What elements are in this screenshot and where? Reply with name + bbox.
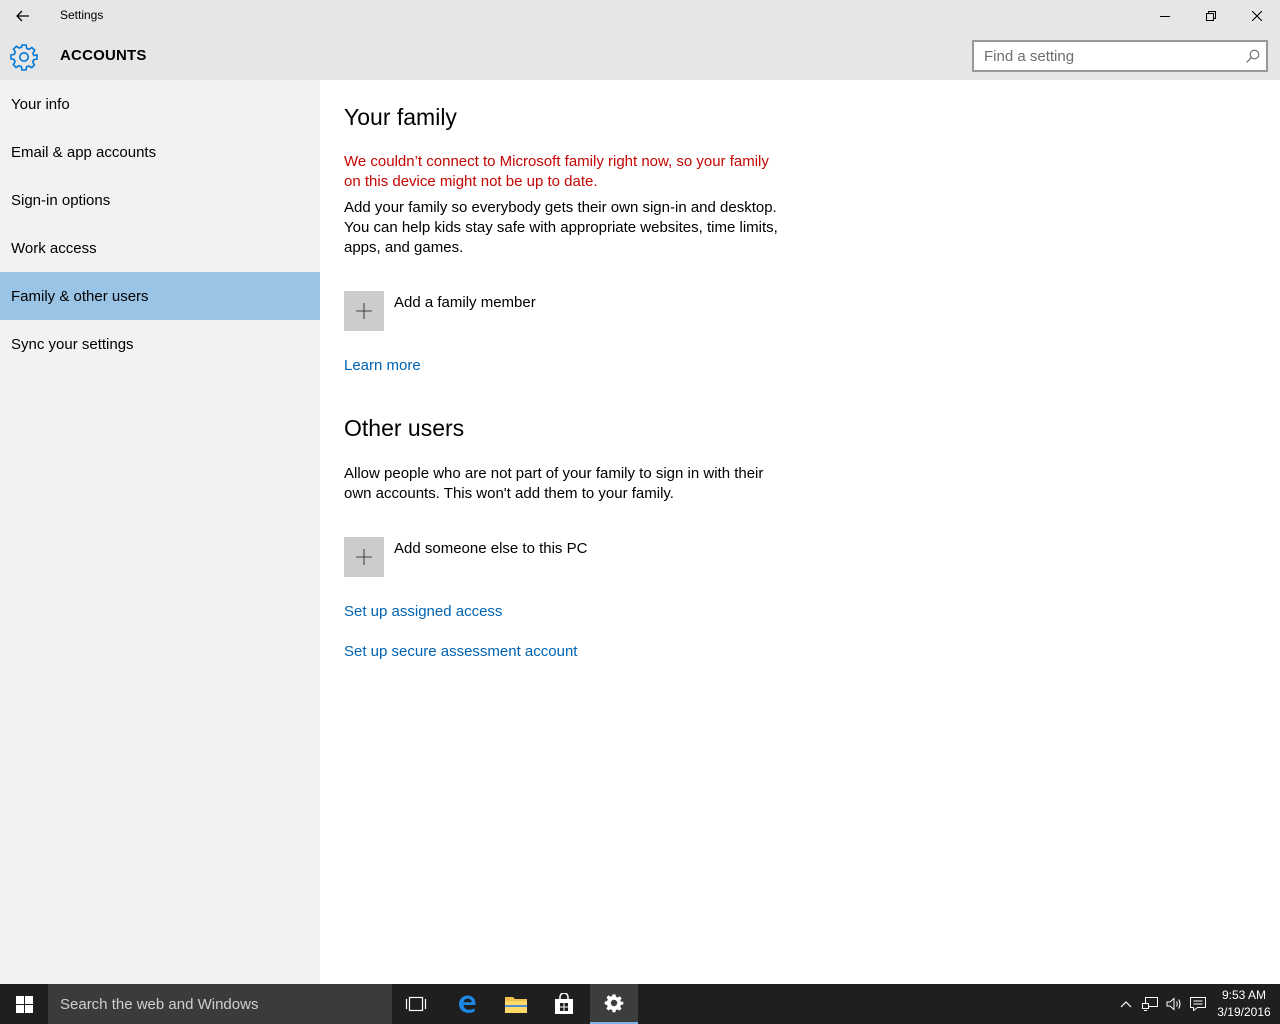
settings-app-button[interactable] (590, 984, 638, 1024)
search-input[interactable] (974, 42, 1234, 70)
plus-tile (344, 537, 384, 577)
sidebar-item-label: Family & other users (11, 287, 149, 305)
taskbar: 9:53 AM 3/19/2016 (0, 984, 1280, 1024)
add-someone-else-button[interactable]: Add someone else to this PC (344, 537, 764, 577)
back-button[interactable] (0, 0, 46, 32)
file-explorer-button[interactable] (492, 984, 540, 1024)
clock-date: 3/19/2016 (1217, 1005, 1271, 1019)
sidebar-item-label: Sign-in options (11, 191, 111, 209)
sidebar-item-sync-settings[interactable]: Sync your settings (0, 320, 320, 368)
sidebar-item-your-info[interactable]: Your info (0, 80, 320, 128)
taskbar-search[interactable] (48, 984, 392, 1024)
other-users-heading: Other users (344, 415, 465, 441)
section-title: ACCOUNTS (60, 47, 147, 64)
sidebar-item-label: Email & app accounts (11, 143, 157, 161)
gear-icon (604, 994, 624, 1013)
other-users-description: Allow people who are not part of your fa… (344, 465, 764, 502)
sidebar-item-email-app-accounts[interactable]: Email & app accounts (0, 128, 320, 176)
gear-icon (10, 44, 38, 71)
close-button[interactable] (1234, 0, 1280, 32)
notifications-icon (1190, 997, 1206, 1011)
title-bar: Settings (0, 0, 1280, 32)
plus-icon (356, 549, 372, 565)
family-error-message: We couldn’t connect to Microsoft family … (344, 153, 769, 190)
store-app-button[interactable] (540, 984, 588, 1024)
your-family-heading: Your family (344, 104, 457, 130)
edge-app-button[interactable] (443, 984, 491, 1024)
secure-assessment-link[interactable]: Set up secure assessment account (344, 643, 577, 660)
close-icon (1252, 11, 1262, 21)
add-family-member-label: Add a family member (394, 294, 536, 311)
back-arrow-icon (16, 10, 29, 22)
sidebar-item-work-access[interactable]: Work access (0, 224, 320, 272)
taskbar-clock[interactable]: 9:53 AM 3/19/2016 (1212, 987, 1276, 1021)
network-icon (1142, 997, 1158, 1011)
windows-logo-icon (15, 995, 33, 1013)
taskbar-search-input[interactable] (48, 984, 368, 1024)
speaker-icon (1166, 997, 1181, 1011)
show-hidden-icons-button[interactable] (1114, 984, 1138, 1024)
assigned-access-link[interactable]: Set up assigned access (344, 603, 502, 620)
store-bag-icon (555, 993, 573, 1014)
clock-time: 9:53 AM (1221, 988, 1267, 1002)
add-someone-else-label: Add someone else to this PC (394, 540, 588, 557)
restore-button[interactable] (1188, 0, 1234, 32)
learn-more-link[interactable]: Learn more (344, 357, 421, 374)
settings-header: ACCOUNTS (0, 32, 1280, 80)
volume-tray-button[interactable] (1162, 984, 1186, 1024)
sidebar-item-label: Your info (11, 95, 70, 113)
search-icon[interactable] (1246, 49, 1260, 63)
edge-icon (459, 995, 476, 1013)
sidebar-item-label: Work access (11, 239, 97, 257)
network-tray-button[interactable] (1138, 984, 1162, 1024)
chevron-up-icon (1120, 1001, 1132, 1008)
plus-tile (344, 291, 384, 331)
minimize-button[interactable] (1142, 0, 1188, 32)
plus-icon (356, 303, 372, 319)
minimize-icon (1160, 16, 1170, 17)
action-center-button[interactable] (1186, 984, 1210, 1024)
folder-icon (505, 997, 527, 1013)
restore-icon (1206, 11, 1216, 21)
start-button[interactable] (0, 984, 48, 1024)
sidebar: Your info Email & app accounts Sign-in o… (0, 80, 320, 984)
sidebar-item-family-other-users[interactable]: Family & other users (0, 272, 320, 320)
sidebar-item-label: Sync your settings (11, 335, 134, 353)
task-view-button[interactable] (392, 984, 440, 1024)
task-view-icon (405, 996, 427, 1012)
settings-search[interactable] (972, 40, 1268, 72)
sidebar-item-sign-in-options[interactable]: Sign-in options (0, 176, 320, 224)
add-family-member-button[interactable]: Add a family member (344, 291, 764, 331)
family-description: Add your family so everybody gets their … (344, 199, 778, 256)
window-title: Settings (60, 8, 104, 22)
